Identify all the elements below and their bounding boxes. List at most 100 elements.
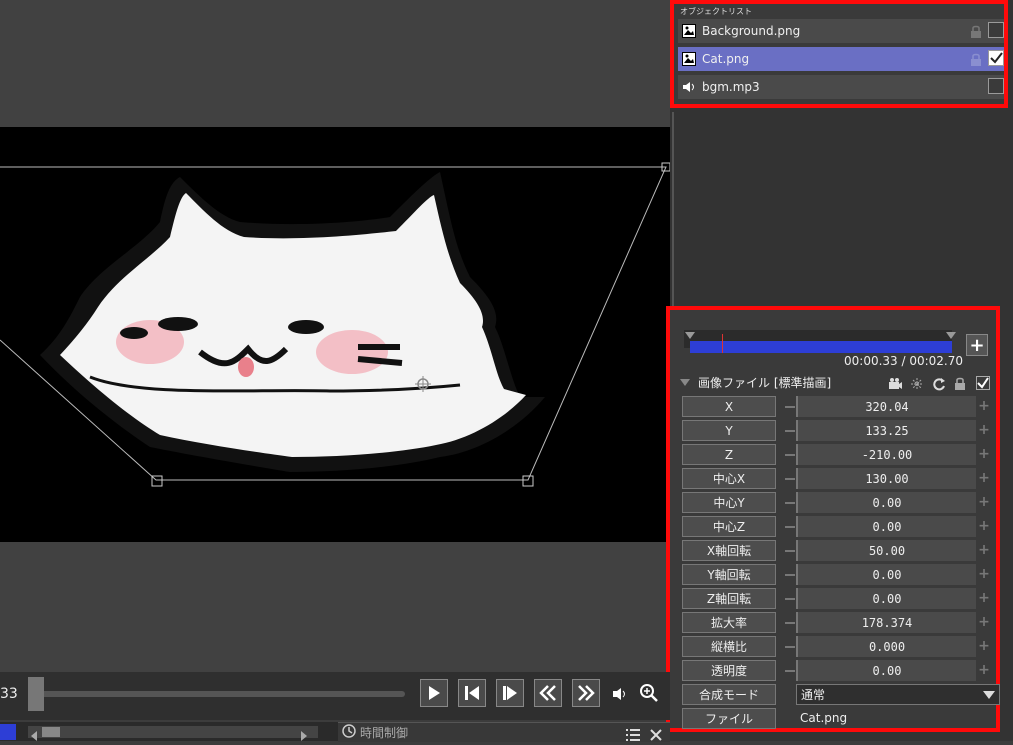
property-value-field[interactable]: 0.00 xyxy=(796,516,976,537)
lock-icon[interactable] xyxy=(954,376,968,390)
increment-icon[interactable]: + xyxy=(978,471,990,485)
property-row: Z軸回転 0.00 + xyxy=(682,588,992,610)
increment-icon[interactable]: + xyxy=(978,663,990,677)
property-label-button[interactable]: 中心Z xyxy=(682,516,776,537)
timeline-cursor[interactable] xyxy=(722,334,723,353)
property-label-button[interactable]: Z xyxy=(682,444,776,465)
object-row-bgm[interactable]: bgm.mp3 xyxy=(678,75,1004,99)
scrollbar-thumb[interactable] xyxy=(42,727,60,737)
blend-mode-button[interactable]: 合成モード xyxy=(682,684,776,705)
increment-icon[interactable]: + xyxy=(978,423,990,437)
lock-icon[interactable] xyxy=(970,52,982,66)
file-button[interactable]: ファイル xyxy=(682,708,776,729)
increment-icon[interactable]: + xyxy=(978,447,990,461)
seek-track[interactable] xyxy=(40,691,405,697)
time-control-tab[interactable]: 時間制御 xyxy=(338,722,670,742)
decrement-icon[interactable] xyxy=(785,550,795,552)
prev-frame-button[interactable] xyxy=(458,679,486,707)
property-label-button[interactable]: 拡大率 xyxy=(682,612,776,633)
decrement-icon[interactable] xyxy=(785,430,795,432)
increment-icon[interactable]: + xyxy=(978,639,990,653)
preview-canvas[interactable] xyxy=(0,127,670,542)
property-value-field[interactable]: 0.00 xyxy=(796,588,976,609)
list-icon[interactable] xyxy=(626,726,640,745)
enable-checkbox[interactable] xyxy=(976,376,990,390)
decrement-icon[interactable] xyxy=(785,526,795,528)
property-label-button[interactable]: 中心Y xyxy=(682,492,776,513)
property-row: Y軸回転 0.00 + xyxy=(682,564,992,586)
property-value-field[interactable]: 0.000 xyxy=(796,636,976,657)
property-row: 中心Y 0.00 + xyxy=(682,492,992,514)
property-label-button[interactable]: 縦横比 xyxy=(682,636,776,657)
close-icon[interactable] xyxy=(650,726,662,745)
blend-mode-select[interactable]: 通常 xyxy=(796,684,1000,705)
visibility-checkbox[interactable] xyxy=(988,22,1004,38)
decrement-icon[interactable] xyxy=(785,622,795,624)
property-row: X軸回転 50.00 + xyxy=(682,540,992,562)
increment-icon[interactable]: + xyxy=(978,567,990,581)
timeline-end-marker[interactable] xyxy=(946,332,956,339)
increment-icon[interactable]: + xyxy=(978,543,990,557)
bottom-indicator xyxy=(0,724,16,740)
increment-icon[interactable]: + xyxy=(978,519,990,533)
play-button[interactable] xyxy=(420,679,448,707)
property-value-field[interactable]: 320.04 xyxy=(796,396,976,417)
fast-forward-button[interactable] xyxy=(572,679,600,707)
decrement-icon[interactable] xyxy=(785,598,795,600)
timeline-range-bar[interactable] xyxy=(690,341,952,353)
next-frame-button[interactable] xyxy=(496,679,524,707)
property-label-button[interactable]: Z軸回転 xyxy=(682,588,776,609)
volume-icon[interactable] xyxy=(612,686,628,705)
refresh-icon[interactable] xyxy=(932,376,946,391)
visibility-checkbox[interactable] xyxy=(988,78,1004,94)
seek-thumb[interactable] xyxy=(28,677,44,711)
scroll-right-icon[interactable] xyxy=(300,726,308,745)
property-label-button[interactable]: Y xyxy=(682,420,776,441)
decrement-icon[interactable] xyxy=(785,406,795,408)
property-value-field[interactable]: 130.00 xyxy=(796,468,976,489)
decrement-icon[interactable] xyxy=(785,478,795,480)
filter-header[interactable]: 画像ファイル [標準描画] xyxy=(680,374,831,391)
property-value-field[interactable]: 0.00 xyxy=(796,564,976,585)
decrement-icon[interactable] xyxy=(785,574,795,576)
lock-icon[interactable] xyxy=(970,24,982,38)
object-row-background[interactable]: Background.png xyxy=(678,19,1004,43)
property-value-field[interactable]: 178.374 xyxy=(796,612,976,633)
property-value-field[interactable]: 0.00 xyxy=(796,660,976,681)
property-value-field[interactable]: 133.25 xyxy=(796,420,976,441)
property-value-field[interactable]: -210.00 xyxy=(796,444,976,465)
property-label-button[interactable]: 中心X xyxy=(682,468,776,489)
image-icon xyxy=(682,24,696,38)
step-forward-icon xyxy=(503,686,517,700)
sparkle-icon[interactable] xyxy=(910,376,924,390)
property-row: 透明度 0.00 + xyxy=(682,660,992,682)
camera-icon[interactable] xyxy=(888,376,902,390)
increment-icon[interactable]: + xyxy=(978,399,990,413)
decrement-icon[interactable] xyxy=(785,454,795,456)
blend-mode-row: 合成モード 通常 xyxy=(682,684,1000,706)
panel-divider[interactable] xyxy=(672,112,674,307)
increment-icon[interactable]: + xyxy=(978,615,990,629)
increment-icon[interactable]: + xyxy=(978,591,990,605)
increment-icon[interactable]: + xyxy=(978,495,990,509)
visibility-checkbox[interactable] xyxy=(988,50,1004,66)
add-filter-button[interactable]: + xyxy=(966,334,988,356)
zoom-icon[interactable] xyxy=(640,684,658,706)
decrement-icon[interactable] xyxy=(785,646,795,648)
horizontal-scrollbar[interactable] xyxy=(28,726,318,738)
decrement-icon[interactable] xyxy=(785,502,795,504)
property-label-button[interactable]: Y軸回転 xyxy=(682,564,776,585)
filter-title: 画像ファイル [標準描画] xyxy=(698,376,832,390)
property-value-field[interactable]: 50.00 xyxy=(796,540,976,561)
property-value-field[interactable]: 0.00 xyxy=(796,492,976,513)
property-label-button[interactable]: 透明度 xyxy=(682,660,776,681)
collapse-triangle-icon[interactable] xyxy=(680,379,690,386)
object-row-cat[interactable]: Cat.png xyxy=(678,47,1004,71)
property-label-button[interactable]: X xyxy=(682,396,776,417)
property-label-button[interactable]: X軸回転 xyxy=(682,540,776,561)
dropdown-arrow-icon[interactable] xyxy=(983,691,995,699)
rewind-button[interactable] xyxy=(534,679,562,707)
scroll-left-icon[interactable] xyxy=(30,726,38,745)
timeline-start-marker[interactable] xyxy=(685,332,695,339)
decrement-icon[interactable] xyxy=(785,670,795,672)
